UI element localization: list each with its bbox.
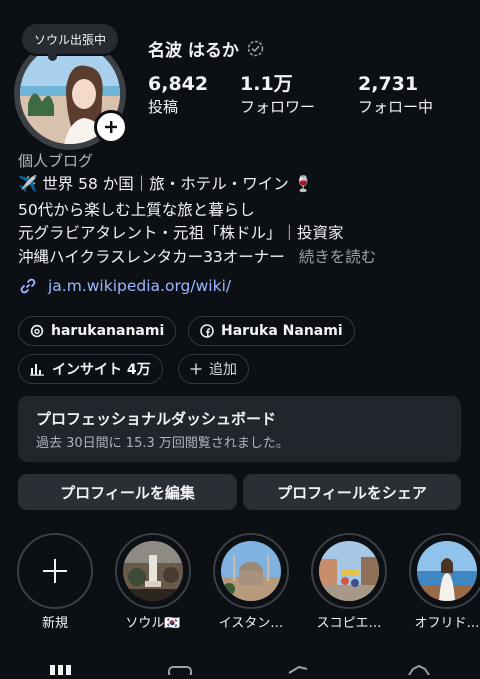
threads-username: harukananami: [51, 323, 165, 339]
facebook-icon: [200, 324, 214, 338]
highlight-label: イスタン…: [218, 616, 284, 631]
bio-line: 沖縄ハイクラスレンタカー33オーナー: [18, 248, 285, 266]
reels-tab-icon[interactable]: [168, 660, 192, 678]
profile-category: 個人ブログ: [18, 152, 94, 170]
highlight-seoul[interactable]: [115, 533, 191, 609]
stat-followers-value: 1.1万: [240, 73, 293, 95]
stat-posts[interactable]: 6,842 投稿: [148, 72, 208, 118]
link-icon: [20, 278, 36, 294]
threads-icon: [30, 324, 44, 338]
edit-profile-button[interactable]: プロフィールを編集: [18, 474, 237, 510]
dashboard-subtitle: 過去 30日間に 15.3 万回閲覧されました。: [36, 436, 289, 451]
facebook-chip[interactable]: Haruka Nanami: [188, 316, 355, 346]
add-link-label: 追加: [209, 362, 237, 378]
insights-label: インサイト 4万: [52, 362, 151, 378]
plus-icon: [190, 363, 202, 375]
stat-posts-label: 投稿: [148, 98, 179, 116]
repost-tab-icon[interactable]: [287, 660, 309, 674]
bio-line: 元グラビアタレント・元祖「株ドル」｜投資家: [18, 224, 344, 242]
highlight-label: ソウル🇰🇷: [125, 616, 181, 631]
insights-chip[interactable]: インサイト 4万: [18, 354, 163, 384]
note-bubble-tail: [48, 52, 57, 61]
share-profile-button[interactable]: プロフィールをシェア: [243, 474, 461, 510]
highlight-istanbul[interactable]: [213, 533, 289, 609]
tagged-tab-icon[interactable]: [407, 660, 430, 676]
highlight-skopje[interactable]: [311, 533, 387, 609]
profile-name-row: 名波 はるか: [148, 36, 264, 61]
bio-line: 50代から楽しむ上質な旅と暮らし: [18, 201, 255, 219]
stat-followers-label: フォロワー: [240, 98, 316, 116]
verified-badge-icon: [247, 40, 264, 57]
highlight-ohrid[interactable]: [409, 533, 480, 609]
bio-line: ✈️ 世界 58 か国｜旅・ホテル・ワイン 🍷: [18, 175, 314, 193]
stat-following[interactable]: 2,731 フォロー中: [358, 72, 433, 118]
professional-dashboard[interactable]: プロフェッショナルダッシュボード 過去 30日間に 15.3 万回閲覧されました…: [18, 396, 461, 462]
facebook-name: Haruka Nanami: [221, 323, 343, 339]
stat-posts-value: 6,842: [148, 73, 209, 95]
profile-name: 名波 はるか: [148, 41, 239, 61]
plus-icon: [105, 121, 117, 133]
bar-chart-icon: [30, 364, 44, 376]
grid-tab-icon[interactable]: [50, 660, 72, 675]
highlight-ohrid-image: [417, 541, 477, 601]
new-highlight-button[interactable]: [17, 533, 93, 609]
highlight-istanbul-image: [221, 541, 281, 601]
share-profile-label: プロフィールをシェア: [277, 483, 427, 502]
stat-following-label: フォロー中: [358, 98, 434, 116]
threads-chip[interactable]: harukananami: [18, 316, 177, 346]
bio-line-last: 沖縄ハイクラスレンタカー33オーナー 続きを読む: [18, 246, 376, 268]
highlight-label: オフリド…: [414, 616, 480, 631]
add-story-button[interactable]: [94, 110, 128, 144]
note-bubble[interactable]: ソウル出張中: [22, 24, 119, 54]
plus-icon: [43, 559, 67, 583]
bio-link[interactable]: ja.m.wikipedia.org/wiki/: [18, 276, 231, 296]
highlight-skopje-image: [319, 541, 379, 601]
stat-following-value: 2,731: [358, 73, 419, 95]
note-text: ソウル出張中: [34, 32, 107, 47]
edit-profile-label: プロフィールを編集: [60, 483, 195, 502]
highlight-label: スコピエ…: [316, 616, 382, 631]
highlight-seoul-image: [123, 541, 183, 601]
highlight-label: 新規: [41, 616, 68, 631]
stat-followers[interactable]: 1.1万 フォロワー: [240, 72, 315, 118]
dashboard-title: プロフェッショナルダッシュボード: [36, 410, 277, 428]
add-link-chip[interactable]: 追加: [178, 354, 249, 384]
read-more-link[interactable]: 続きを読む: [299, 248, 377, 266]
bio-link-text: ja.m.wikipedia.org/wiki/: [48, 277, 232, 295]
